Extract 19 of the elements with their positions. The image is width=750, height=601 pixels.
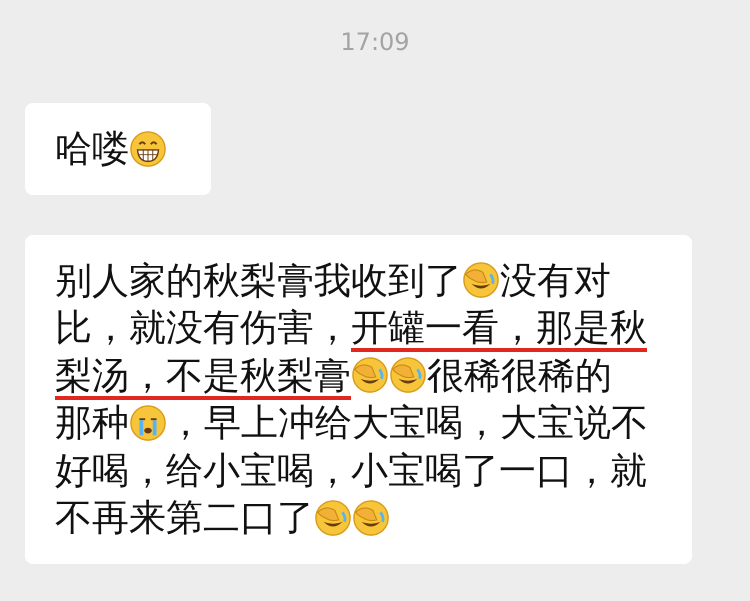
message-text: 梨汤，不是秋梨膏: [55, 352, 351, 398]
crying-laughing-emoji-icon: [389, 356, 427, 394]
grinning-emoji-icon: [129, 130, 167, 168]
message-text: 开罐一看，那是秋: [351, 305, 647, 351]
message-text: 那种: [55, 400, 129, 446]
message-text: ，早上冲给大宝喝，大宝说不: [167, 400, 648, 446]
crying-laughing-emoji-icon: [351, 356, 389, 394]
timestamp: 17:09: [339, 27, 411, 58]
crying-laughing-emoji-icon: [352, 498, 390, 537]
crying-laughing-emoji-icon: [314, 498, 352, 537]
message-text: 别人家的秋梨膏我收到了: [55, 258, 462, 304]
message-text: 比，就没有伤害，: [55, 305, 351, 351]
message-text: 好喝，给小宝喝，小宝喝了一口，就: [55, 448, 647, 494]
message-text: 很稀很稀的: [427, 352, 612, 398]
message-text: 哈喽: [55, 126, 129, 172]
crying-laughing-emoji-icon: [462, 261, 500, 300]
crying-emoji-icon: [129, 404, 167, 442]
message-text: 不再来第二口了: [55, 495, 314, 541]
message-text: 没有对: [500, 258, 611, 304]
